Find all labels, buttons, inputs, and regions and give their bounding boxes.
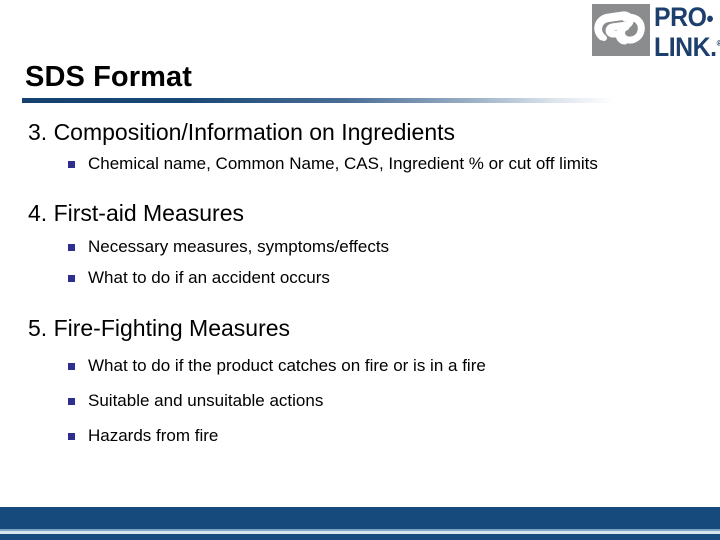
logo-line-pro: PRO•: [654, 2, 714, 32]
list-item-label: Chemical name, Common Name, CAS, Ingredi…: [88, 154, 598, 173]
bullet-list: Chemical name, Common Name, CAS, Ingredi…: [0, 153, 720, 175]
square-bullet-icon: [68, 398, 75, 405]
list-item: Suitable and unsuitable actions: [0, 390, 720, 412]
square-bullet-icon: [68, 275, 75, 282]
list-item-label: What to do if the product catches on fir…: [88, 356, 486, 375]
prolink-logo: PRO• LINK.®: [592, 4, 720, 61]
section-composition: 3. Composition/Information on Ingredient…: [0, 118, 720, 175]
logo-bullet-dot: •: [706, 6, 714, 31]
list-item: Hazards from fire: [0, 425, 720, 447]
list-item-label: Hazards from fire: [88, 426, 219, 445]
slide-canvas: PRO• LINK.® SDS Format 3. Composition/In…: [0, 0, 720, 540]
bullet-list: Necessary measures, symptoms/effects Wha…: [0, 236, 720, 289]
footer-band-primary: [0, 507, 720, 529]
title-divider: [22, 98, 614, 103]
registered-mark-icon: ®: [717, 39, 720, 48]
page-title: SDS Format: [25, 61, 192, 94]
footer-band-secondary: [0, 534, 720, 540]
section-heading: 5. Fire-Fighting Measures: [28, 315, 291, 341]
logo-line-link: LINK.®: [654, 31, 720, 61]
section-fire-fighting: 5. Fire-Fighting Measures What to do if …: [0, 314, 720, 447]
square-bullet-icon: [68, 433, 75, 440]
list-item: Necessary measures, symptoms/effects: [0, 236, 720, 258]
list-item: What to do if the product catches on fir…: [0, 355, 720, 377]
slide-footer: [0, 507, 720, 540]
list-item: Chemical name, Common Name, CAS, Ingredi…: [0, 153, 720, 175]
list-item-label: Necessary measures, symptoms/effects: [88, 237, 390, 256]
bullet-list: What to do if the product catches on fir…: [0, 355, 720, 447]
section-first-aid: 4. First-aid Measures Necessary measures…: [0, 199, 720, 289]
square-bullet-icon: [68, 161, 75, 168]
section-heading: 4. First-aid Measures: [28, 200, 245, 226]
square-bullet-icon: [68, 363, 75, 370]
logo-wordmark: PRO• LINK.®: [654, 2, 720, 61]
square-bullet-icon: [68, 244, 75, 251]
list-item-label: Suitable and unsuitable actions: [88, 391, 324, 410]
chain-link-icon: [592, 4, 650, 56]
list-item: What to do if an accident occurs: [0, 267, 720, 289]
slide-body: 3. Composition/Information on Ingredient…: [0, 118, 720, 447]
list-item-label: What to do if an accident occurs: [88, 268, 330, 287]
section-heading: 3. Composition/Information on Ingredient…: [28, 119, 456, 145]
